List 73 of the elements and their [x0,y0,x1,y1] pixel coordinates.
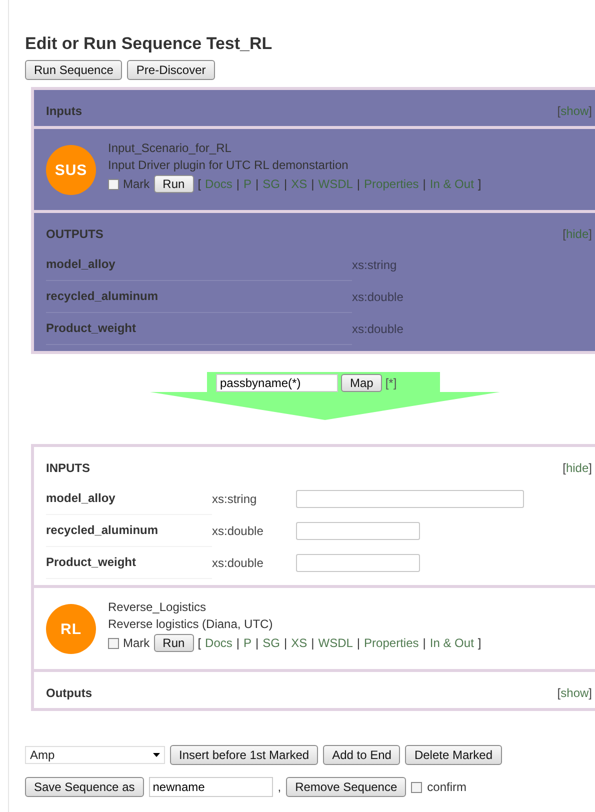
section-title: INPUTS [46,461,90,475]
module-description: Input Driver plugin for UTC RL demonstartion [108,158,350,172]
section-title: Outputs [46,686,92,700]
module-link[interactable]: In & Out [430,636,474,650]
module-name: Reverse_Logistics [108,600,208,614]
link-separator: | [356,177,360,191]
module-name: Input_Scenario_for_RL [108,141,232,155]
action-button[interactable]: Add to End [323,745,400,765]
param-name: Product_weight [46,313,352,345]
module-badge: RL [46,604,96,654]
module-link[interactable]: Docs [205,636,232,650]
link-separator: | [311,636,314,650]
param-name: recycled_aluminum [46,281,352,313]
param-type: xs:string [212,492,258,506]
param-name: Product_weight [46,547,212,579]
toggle-link[interactable]: [hide] [562,461,592,475]
confirm-label: confirm [427,780,467,794]
module-link[interactable]: SG [262,636,280,650]
mark-label: Mark [123,636,150,650]
page-title: Edit or Run Sequence Test_RL [25,34,274,54]
save-button[interactable]: Save Sequence as [25,777,144,797]
mark-checkbox[interactable] [108,178,119,190]
input-field[interactable] [296,522,420,540]
param-name: model_alloy [46,483,212,515]
map-button[interactable]: Map [341,374,382,392]
link-separator: | [284,636,288,650]
link-separator: | [422,636,426,650]
param-type: xs:double [212,556,264,570]
module-select[interactable]: Amp [25,746,165,764]
link-separator: [ [198,177,202,191]
caret-icon [153,753,160,757]
module-link[interactable]: Properties [364,636,419,650]
link-separator: [ [198,636,202,650]
mark-label: Mark [123,177,150,191]
module-description: Reverse logistics (Diana, UTC) [108,617,274,631]
section-title: Inputs [46,104,82,118]
link-separator: ] [478,636,482,650]
mark-checkbox[interactable] [108,638,119,648]
link-separator: | [256,177,259,191]
separator-text: , [278,780,282,794]
link-separator: | [422,177,426,191]
action-button[interactable]: Insert before 1st Marked [170,745,318,765]
param-name: model_alloy [46,249,352,281]
mapping-link[interactable]: [*] [385,376,397,390]
section-title: OUTPUTS [46,227,104,241]
param-name: recycled_aluminum [46,515,212,547]
toolbar-button[interactable]: Pre-Discover [127,60,215,80]
input-field[interactable] [296,554,420,572]
run-button[interactable]: Run [154,175,194,193]
link-separator: | [311,177,314,191]
action-button[interactable]: Delete Marked [405,745,502,765]
input-field[interactable] [296,490,524,508]
link-separator: | [236,636,240,650]
link-separator: | [236,177,240,191]
link-separator: | [356,636,360,650]
confirm-checkbox[interactable] [411,782,422,792]
link-separator: | [256,636,259,650]
param-type: xs:double [352,322,404,336]
link-separator: ] [478,177,482,191]
param-type: xs:double [352,290,404,304]
toolbar-button[interactable]: Run Sequence [25,60,122,80]
module-link[interactable]: WSDL [318,636,353,650]
remove-button[interactable]: Remove Sequence [286,777,406,797]
run-button[interactable]: Run [154,634,194,652]
name-field[interactable]: newname [148,777,273,797]
toggle-link[interactable]: [show] [557,686,592,700]
module-badge: SUS [46,145,96,195]
param-type: xs:double [212,524,264,538]
param-type: xs:string [352,258,398,272]
module-link[interactable]: XS [291,636,308,650]
link-separator: | [284,177,288,191]
mapping-field[interactable]: passbyname(*) [216,374,338,392]
module-link[interactable]: P [244,636,252,650]
